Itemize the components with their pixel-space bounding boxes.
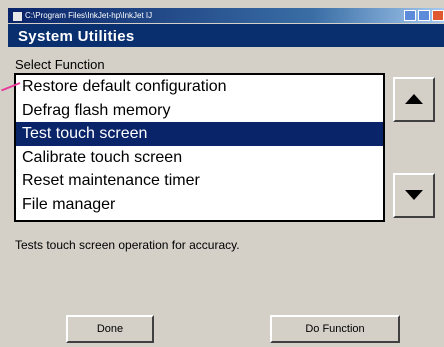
done-button[interactable]: Done bbox=[66, 315, 154, 343]
arrow-down-icon bbox=[405, 190, 423, 200]
arrow-up-icon bbox=[405, 94, 423, 104]
minimize-button[interactable] bbox=[404, 10, 416, 21]
function-listbox[interactable]: Restore default configuration Defrag fla… bbox=[14, 73, 385, 222]
list-item-calibrate-touch-screen[interactable]: Calibrate touch screen bbox=[16, 146, 383, 170]
close-button[interactable] bbox=[432, 10, 444, 21]
window-title: C:\Program Files\InkJet-hp\InkJet IJ bbox=[25, 11, 153, 20]
page-title: System Utilities bbox=[18, 28, 135, 45]
app-icon bbox=[12, 11, 23, 22]
app-window: C:\Program Files\InkJet-hp\InkJet IJ Sys… bbox=[0, 0, 444, 347]
select-function-label: Select Function bbox=[15, 57, 105, 72]
do-function-button[interactable]: Do Function bbox=[270, 315, 400, 343]
scroll-down-button[interactable] bbox=[393, 173, 435, 218]
scroll-up-button[interactable] bbox=[393, 77, 435, 122]
list-item-reset-maintenance-timer[interactable]: Reset maintenance timer bbox=[16, 169, 383, 193]
page-header: System Utilities bbox=[8, 24, 444, 47]
list-item-restore-default[interactable]: Restore default configuration bbox=[16, 75, 383, 99]
window-titlebar[interactable]: C:\Program Files\InkJet-hp\InkJet IJ bbox=[8, 8, 444, 23]
list-item-test-touch-screen[interactable]: Test touch screen bbox=[16, 122, 383, 146]
list-item-defrag-flash[interactable]: Defrag flash memory bbox=[16, 99, 383, 123]
list-item-file-manager[interactable]: File manager bbox=[16, 193, 383, 217]
function-description: Tests touch screen operation for accurac… bbox=[15, 238, 240, 252]
maximize-button[interactable] bbox=[418, 10, 430, 21]
